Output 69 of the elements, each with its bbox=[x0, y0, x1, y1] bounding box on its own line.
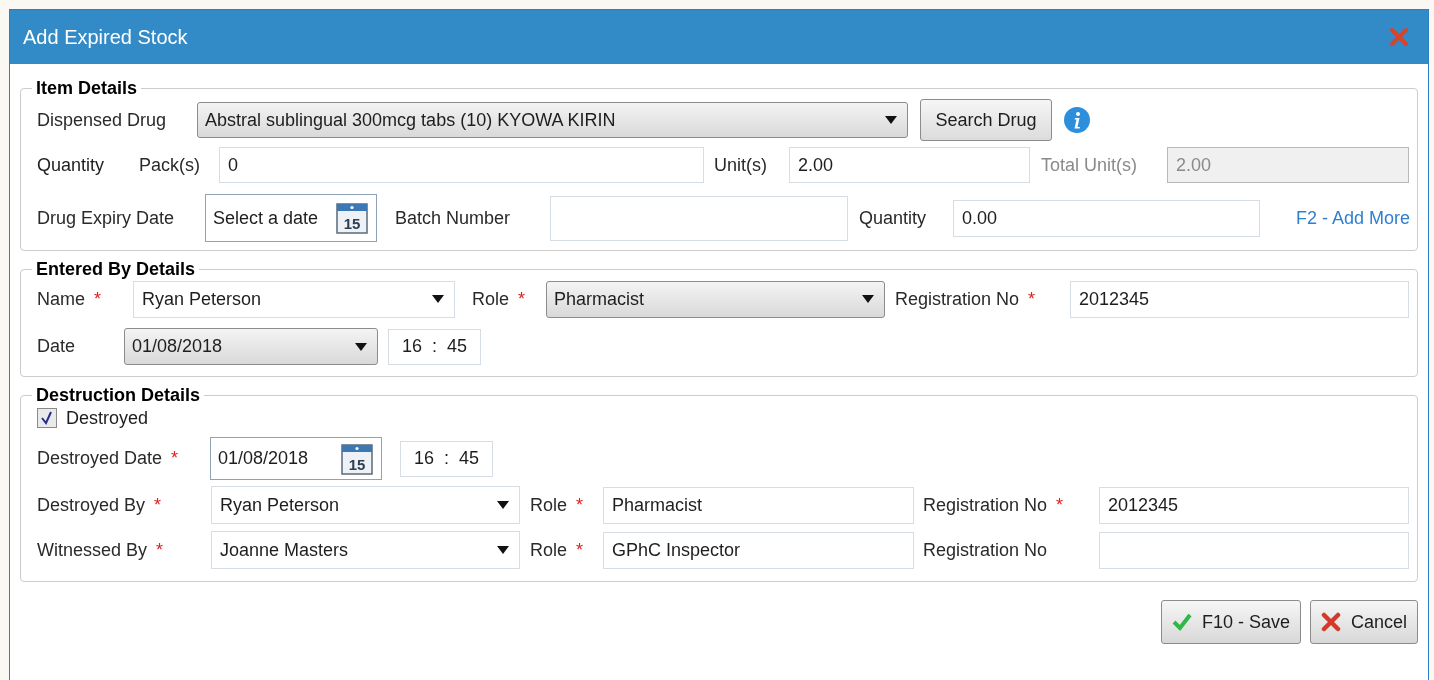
field-label: Quantity bbox=[859, 206, 927, 230]
group-title: Destruction Details bbox=[35, 385, 202, 405]
required-asterisk: * bbox=[171, 447, 179, 470]
dropdown[interactable]: Pharmacist bbox=[546, 280, 885, 318]
text-field[interactable]: GPhC Inspector bbox=[603, 531, 914, 569]
text-field[interactable]: 2012345 bbox=[1070, 280, 1409, 318]
text-field[interactable]: Pharmacist bbox=[603, 486, 914, 524]
field-label: Witnessed By bbox=[37, 538, 148, 562]
time-field[interactable]: 16 : 45 bbox=[400, 440, 493, 477]
caret-icon bbox=[885, 116, 897, 124]
required-asterisk: * bbox=[156, 538, 164, 562]
field-label: Drug Expiry Date bbox=[37, 206, 175, 230]
field-label: Role bbox=[472, 287, 510, 311]
caret-icon bbox=[432, 295, 444, 303]
date-picker[interactable]: 01/08/2018 15 bbox=[210, 437, 382, 480]
group-title: Entered By Details bbox=[35, 259, 197, 279]
field-label: Name bbox=[37, 287, 85, 311]
checkbox-label: Destroyed bbox=[66, 406, 149, 430]
text-field[interactable] bbox=[550, 195, 848, 241]
required-asterisk: * bbox=[1028, 287, 1036, 311]
required-asterisk: * bbox=[94, 287, 102, 311]
field-label: Pack(s) bbox=[139, 153, 200, 177]
field-label: Registration No bbox=[923, 493, 1048, 517]
close-icon bbox=[1320, 612, 1341, 632]
cancel-button[interactable]: Cancel bbox=[1309, 600, 1418, 644]
field-label: Role bbox=[530, 538, 568, 562]
window-title: Add Expired Stock bbox=[23, 25, 188, 50]
field-label: Dispensed Drug bbox=[37, 108, 167, 132]
dropdown-field[interactable]: Ryan Peterson bbox=[133, 280, 455, 318]
required-asterisk: * bbox=[576, 493, 584, 517]
field-label: Registration No bbox=[895, 287, 1020, 311]
caret-icon bbox=[862, 295, 874, 303]
field-label: Destroyed Date bbox=[37, 447, 163, 470]
required-asterisk: * bbox=[154, 493, 162, 517]
dropdown[interactable]: Abstral sublingual 300mcg tabs (10) KYOWA KIRIN bbox=[197, 102, 908, 138]
calendar-icon[interactable]: 15 bbox=[336, 202, 368, 234]
caret-icon bbox=[497, 501, 509, 509]
required-asterisk: * bbox=[518, 287, 526, 311]
field-label: Date bbox=[37, 335, 76, 358]
info-icon[interactable] bbox=[1064, 107, 1090, 133]
dropdown[interactable]: 01/08/2018 bbox=[124, 328, 378, 365]
text-field[interactable] bbox=[1099, 531, 1409, 569]
caret-icon bbox=[355, 342, 367, 351]
close-icon[interactable] bbox=[1389, 27, 1409, 47]
field-label: Batch Number bbox=[395, 206, 511, 230]
save-button[interactable]: F10 - Save bbox=[1160, 600, 1301, 644]
time-field[interactable]: 16 : 45 bbox=[388, 328, 481, 365]
text-field[interactable]: 2.00 bbox=[789, 147, 1030, 183]
dropdown-field[interactable]: Ryan Peterson bbox=[211, 486, 520, 524]
checkbox[interactable] bbox=[37, 408, 57, 428]
calendar-icon[interactable]: 15 bbox=[341, 442, 373, 475]
text-field[interactable]: 0.00 bbox=[953, 199, 1260, 237]
field-label: Destroyed By bbox=[37, 493, 146, 517]
field-label: Total Unit(s) bbox=[1041, 153, 1138, 177]
text-field[interactable]: 0 bbox=[219, 147, 704, 183]
field-label: Unit(s) bbox=[714, 153, 767, 177]
add-more-link[interactable]: F2 - Add More bbox=[1295, 204, 1410, 232]
search-button[interactable]: Search Drug bbox=[920, 99, 1052, 141]
required-asterisk: * bbox=[576, 538, 584, 562]
date-picker[interactable]: Select a date 15 bbox=[205, 194, 377, 242]
dropdown-field[interactable]: Joanne Masters bbox=[211, 531, 520, 569]
required-asterisk: * bbox=[1056, 493, 1064, 517]
field-label: Role bbox=[530, 493, 568, 517]
caret-icon bbox=[497, 546, 509, 554]
text-field[interactable]: 2012345 bbox=[1099, 486, 1409, 524]
checkmark-icon bbox=[1171, 613, 1192, 631]
field-label: Registration No bbox=[923, 538, 1048, 562]
field-label: Quantity bbox=[37, 154, 105, 175]
group-title: Item Details bbox=[35, 78, 139, 98]
